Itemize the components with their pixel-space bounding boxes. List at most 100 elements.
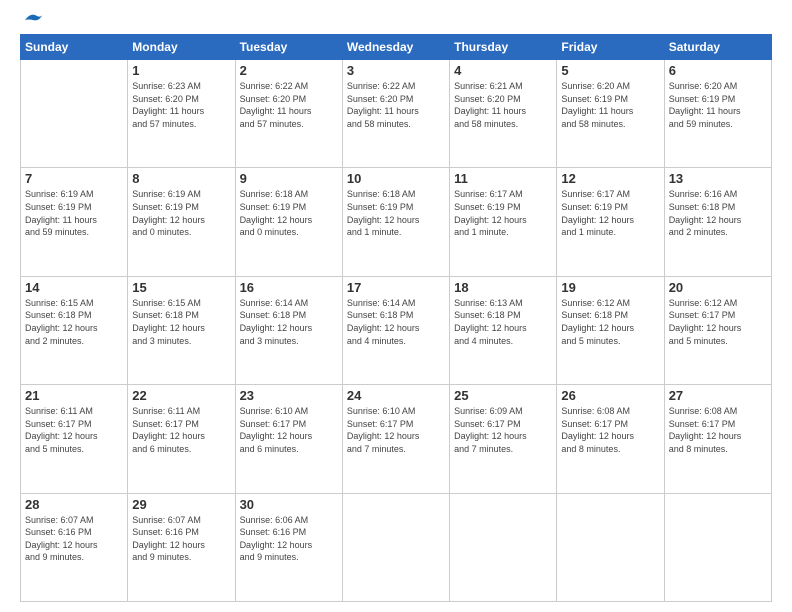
calendar-cell: 23 Sunrise: 6:10 AM Sunset: 6:17 PM Dayli… — [235, 385, 342, 493]
day-info: Sunrise: 6:16 AM Sunset: 6:18 PM Dayligh… — [669, 188, 767, 238]
day-info: Sunrise: 6:12 AM Sunset: 6:18 PM Dayligh… — [561, 297, 659, 347]
calendar-header-monday: Monday — [128, 35, 235, 60]
calendar-cell: 1Sunrise: 6:23 AM Sunset: 6:20 PM Daylig… — [128, 60, 235, 168]
day-info: Sunrise: 6:17 AM Sunset: 6:19 PM Dayligh… — [454, 188, 552, 238]
calendar-cell — [664, 493, 771, 601]
day-number: 15 — [132, 280, 230, 295]
calendar-header-row: SundayMondayTuesdayWednesdayThursdayFrid… — [21, 35, 772, 60]
calendar-week-1: 7 Sunrise: 6:19 AM Sunset: 6:19 PM Daylig… — [21, 168, 772, 276]
day-number: 16 — [240, 280, 338, 295]
day-info: Sunrise: 6:18 AM Sunset: 6:19 PM Dayligh… — [347, 188, 445, 238]
calendar-cell: 6 Sunrise: 6:20 AM Sunset: 6:19 PM Daylig… — [664, 60, 771, 168]
header — [20, 18, 772, 28]
calendar-cell: 14 Sunrise: 6:15 AM Sunset: 6:18 PM Dayli… — [21, 276, 128, 384]
day-info: Sunrise: 6:20 AM Sunset: 6:19 PM Dayligh… — [561, 80, 659, 130]
day-number: 19 — [561, 280, 659, 295]
calendar-cell: 8Sunrise: 6:19 AM Sunset: 6:19 PM Daylig… — [128, 168, 235, 276]
calendar-cell — [557, 493, 664, 601]
calendar-cell: 13 Sunrise: 6:16 AM Sunset: 6:18 PM Dayli… — [664, 168, 771, 276]
day-info: Sunrise: 6:10 AM Sunset: 6:17 PM Dayligh… — [240, 405, 338, 455]
day-info: Sunrise: 6:14 AM Sunset: 6:18 PM Dayligh… — [347, 297, 445, 347]
calendar-header-sunday: Sunday — [21, 35, 128, 60]
day-info: Sunrise: 6:07 AM Sunset: 6:16 PM Dayligh… — [25, 514, 123, 564]
day-number: 10 — [347, 171, 445, 186]
day-info: Sunrise: 6:22 AM Sunset: 6:20 PM Dayligh… — [347, 80, 445, 130]
day-number: 27 — [669, 388, 767, 403]
day-number: 17 — [347, 280, 445, 295]
calendar-table: SundayMondayTuesdayWednesdayThursdayFrid… — [20, 34, 772, 602]
day-number: 12 — [561, 171, 659, 186]
day-number: 13 — [669, 171, 767, 186]
day-info: Sunrise: 6:19 AM Sunset: 6:19 PM Dayligh… — [132, 188, 230, 238]
calendar-cell: 7 Sunrise: 6:19 AM Sunset: 6:19 PM Daylig… — [21, 168, 128, 276]
calendar-cell: 15 Sunrise: 6:15 AM Sunset: 6:18 PM Dayli… — [128, 276, 235, 384]
day-info: Sunrise: 6:15 AM Sunset: 6:18 PM Dayligh… — [25, 297, 123, 347]
page: SundayMondayTuesdayWednesdayThursdayFrid… — [0, 0, 792, 612]
day-number: 25 — [454, 388, 552, 403]
calendar-cell: 29 Sunrise: 6:07 AM Sunset: 6:16 PM Dayli… — [128, 493, 235, 601]
day-number: 4 — [454, 63, 552, 78]
calendar-week-4: 28Sunrise: 6:07 AM Sunset: 6:16 PM Dayli… — [21, 493, 772, 601]
day-number: 30 — [240, 497, 338, 512]
calendar-cell: 25Sunrise: 6:09 AM Sunset: 6:17 PM Dayli… — [450, 385, 557, 493]
day-number: 6 — [669, 63, 767, 78]
day-info: Sunrise: 6:11 AM Sunset: 6:17 PM Dayligh… — [132, 405, 230, 455]
calendar-cell: 21 Sunrise: 6:11 AM Sunset: 6:17 PM Dayli… — [21, 385, 128, 493]
calendar-cell: 28Sunrise: 6:07 AM Sunset: 6:16 PM Dayli… — [21, 493, 128, 601]
calendar-cell: 10 Sunrise: 6:18 AM Sunset: 6:19 PM Dayli… — [342, 168, 449, 276]
day-info: Sunrise: 6:11 AM Sunset: 6:17 PM Dayligh… — [25, 405, 123, 455]
calendar-cell: 16Sunrise: 6:14 AM Sunset: 6:18 PM Dayli… — [235, 276, 342, 384]
calendar-cell: 11 Sunrise: 6:17 AM Sunset: 6:19 PM Dayli… — [450, 168, 557, 276]
calendar-week-3: 21 Sunrise: 6:11 AM Sunset: 6:17 PM Dayli… — [21, 385, 772, 493]
calendar-cell: 20 Sunrise: 6:12 AM Sunset: 6:17 PM Dayli… — [664, 276, 771, 384]
day-info: Sunrise: 6:19 AM Sunset: 6:19 PM Dayligh… — [25, 188, 123, 238]
day-info: Sunrise: 6:08 AM Sunset: 6:17 PM Dayligh… — [561, 405, 659, 455]
day-info: Sunrise: 6:18 AM Sunset: 6:19 PM Dayligh… — [240, 188, 338, 238]
day-number: 11 — [454, 171, 552, 186]
calendar-cell: 26 Sunrise: 6:08 AM Sunset: 6:17 PM Dayli… — [557, 385, 664, 493]
day-number: 20 — [669, 280, 767, 295]
day-info: Sunrise: 6:15 AM Sunset: 6:18 PM Dayligh… — [132, 297, 230, 347]
calendar-header-wednesday: Wednesday — [342, 35, 449, 60]
calendar-cell — [21, 60, 128, 168]
day-number: 9 — [240, 171, 338, 186]
calendar-header-friday: Friday — [557, 35, 664, 60]
calendar-cell: 27 Sunrise: 6:08 AM Sunset: 6:17 PM Dayli… — [664, 385, 771, 493]
day-info: Sunrise: 6:12 AM Sunset: 6:17 PM Dayligh… — [669, 297, 767, 347]
calendar-cell: 24Sunrise: 6:10 AM Sunset: 6:17 PM Dayli… — [342, 385, 449, 493]
day-number: 29 — [132, 497, 230, 512]
calendar-cell: 3 Sunrise: 6:22 AM Sunset: 6:20 PM Daylig… — [342, 60, 449, 168]
day-info: Sunrise: 6:21 AM Sunset: 6:20 PM Dayligh… — [454, 80, 552, 130]
calendar-cell: 18 Sunrise: 6:13 AM Sunset: 6:18 PM Dayli… — [450, 276, 557, 384]
calendar-week-2: 14 Sunrise: 6:15 AM Sunset: 6:18 PM Dayli… — [21, 276, 772, 384]
day-number: 14 — [25, 280, 123, 295]
calendar-cell: 9 Sunrise: 6:18 AM Sunset: 6:19 PM Daylig… — [235, 168, 342, 276]
calendar-cell: 5 Sunrise: 6:20 AM Sunset: 6:19 PM Daylig… — [557, 60, 664, 168]
day-number: 21 — [25, 388, 123, 403]
day-info: Sunrise: 6:22 AM Sunset: 6:20 PM Dayligh… — [240, 80, 338, 130]
calendar-cell — [342, 493, 449, 601]
day-number: 23 — [240, 388, 338, 403]
day-info: Sunrise: 6:07 AM Sunset: 6:16 PM Dayligh… — [132, 514, 230, 564]
day-info: Sunrise: 6:13 AM Sunset: 6:18 PM Dayligh… — [454, 297, 552, 347]
calendar-week-0: 1Sunrise: 6:23 AM Sunset: 6:20 PM Daylig… — [21, 60, 772, 168]
calendar-cell: 12 Sunrise: 6:17 AM Sunset: 6:19 PM Dayli… — [557, 168, 664, 276]
day-number: 24 — [347, 388, 445, 403]
calendar-header-saturday: Saturday — [664, 35, 771, 60]
day-number: 26 — [561, 388, 659, 403]
day-info: Sunrise: 6:17 AM Sunset: 6:19 PM Dayligh… — [561, 188, 659, 238]
calendar-cell: 4 Sunrise: 6:21 AM Sunset: 6:20 PM Daylig… — [450, 60, 557, 168]
day-info: Sunrise: 6:06 AM Sunset: 6:16 PM Dayligh… — [240, 514, 338, 564]
day-number: 7 — [25, 171, 123, 186]
day-number: 5 — [561, 63, 659, 78]
day-info: Sunrise: 6:20 AM Sunset: 6:19 PM Dayligh… — [669, 80, 767, 130]
calendar-header-thursday: Thursday — [450, 35, 557, 60]
day-number: 2 — [240, 63, 338, 78]
calendar-cell — [450, 493, 557, 601]
calendar-cell: 2 Sunrise: 6:22 AM Sunset: 6:20 PM Daylig… — [235, 60, 342, 168]
day-info: Sunrise: 6:08 AM Sunset: 6:17 PM Dayligh… — [669, 405, 767, 455]
day-number: 3 — [347, 63, 445, 78]
day-number: 18 — [454, 280, 552, 295]
calendar-cell: 22Sunrise: 6:11 AM Sunset: 6:17 PM Dayli… — [128, 385, 235, 493]
calendar-header-tuesday: Tuesday — [235, 35, 342, 60]
